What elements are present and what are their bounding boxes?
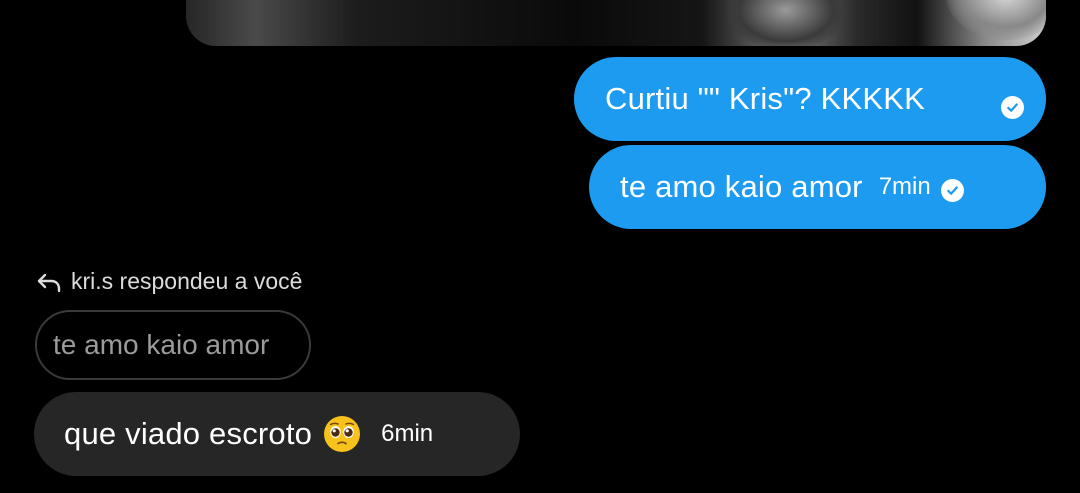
photo-message[interactable] <box>186 0 1046 46</box>
reply-header: kri.s respondeu a você <box>36 268 302 295</box>
pleading-face-emoji-icon <box>324 416 361 452</box>
check-icon <box>940 178 964 202</box>
message-text: que viado escroto <box>64 416 313 451</box>
outgoing-message-bubble[interactable]: Curtiu "" Kris"? KKKKK <box>574 57 1046 141</box>
quoted-message[interactable]: te amo kaio amor <box>35 310 311 380</box>
reply-header-text: kri.s respondeu a você <box>71 268 303 294</box>
message-text: te amo kaio amor <box>620 169 863 204</box>
photo-highlight <box>946 0 1046 40</box>
message-text: Curtiu "" Kris"? KKKKK <box>605 81 925 116</box>
outgoing-message-bubble[interactable]: te amo kaio amor 7min <box>589 145 1046 229</box>
check-icon <box>1001 96 1024 119</box>
incoming-message-bubble[interactable]: que viado escroto 6min <box>34 392 520 476</box>
photo-highlight <box>726 0 846 46</box>
message-timestamp: 7min <box>878 173 931 200</box>
reply-arrow-icon <box>37 273 61 292</box>
message-timestamp: 6min <box>381 420 434 447</box>
quoted-text: te amo kaio amor <box>53 329 270 360</box>
